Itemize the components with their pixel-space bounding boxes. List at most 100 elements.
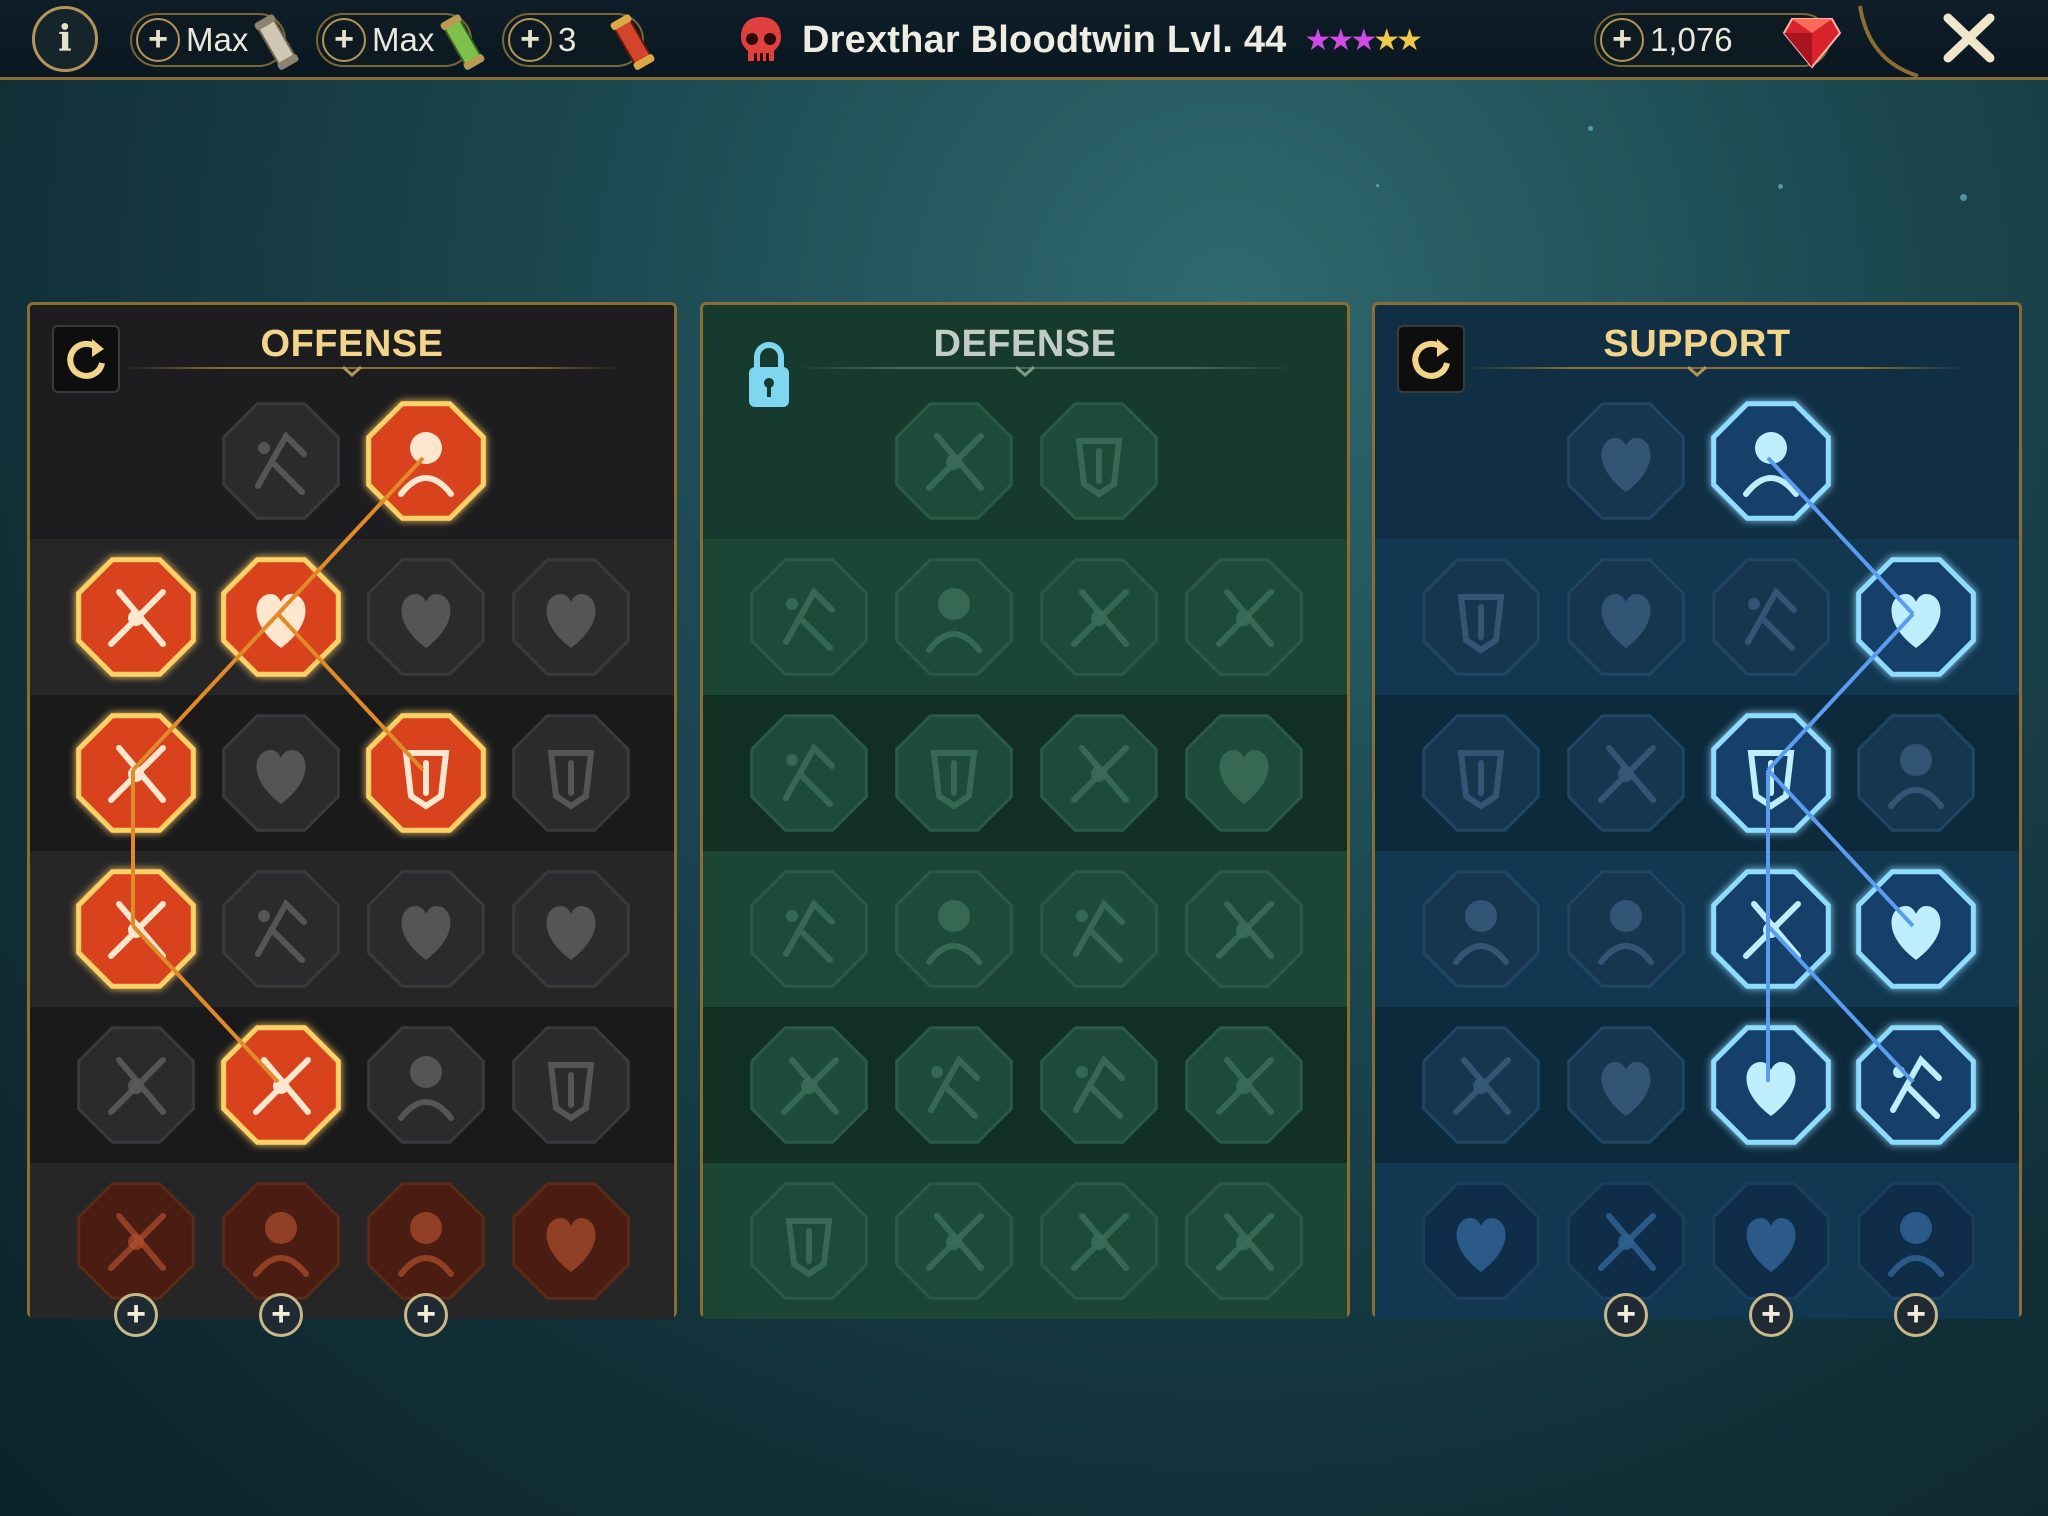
- mastery-fist-strike-icon[interactable]: [216, 864, 346, 994]
- mastery-heart-plus-icon[interactable]: [1561, 396, 1691, 526]
- corner-ornament: [1858, 5, 1919, 78]
- title-underline: [1467, 367, 1967, 369]
- mastery-sparkle-sword-icon[interactable]: [71, 1176, 201, 1306]
- add-green-scroll-button[interactable]: +: [322, 18, 366, 62]
- mastery-speed-burst-icon[interactable]: [1706, 396, 1836, 526]
- add-silver-scroll-button[interactable]: +: [136, 18, 180, 62]
- mastery-healing-figure-icon[interactable]: [1416, 708, 1546, 838]
- chevron-down-icon: [1687, 365, 1707, 377]
- mastery-shield-pierce-icon[interactable]: [361, 552, 491, 682]
- mastery-all-seeing-eye-icon[interactable]: [1706, 1020, 1836, 1150]
- mastery-trident-slash-icon[interactable]: [216, 552, 346, 682]
- green-scroll-counter[interactable]: + Max: [316, 13, 485, 70]
- ruby-gem-icon: [1782, 18, 1842, 69]
- mastery-angry-eyes-icon[interactable]: [1851, 864, 1981, 994]
- mastery-smoking-skull-icon[interactable]: [1706, 552, 1836, 682]
- add-capstone-button[interactable]: +: [1749, 1293, 1793, 1337]
- mastery-open-hand-icon: [1034, 864, 1164, 994]
- offense-panel: OFFENSE + + +: [27, 302, 677, 1337]
- support-panel: SUPPORT + + +: [1372, 302, 2022, 1337]
- green-scroll-amount: Max: [372, 21, 435, 58]
- mastery-arrow-barrage-icon[interactable]: [71, 708, 201, 838]
- defense-panel: DEFENSE: [700, 302, 1350, 1319]
- mastery-potion-flask-icon[interactable]: [1416, 1176, 1546, 1306]
- mastery-demon-heart-icon[interactable]: [71, 552, 201, 682]
- mastery-comet-icon[interactable]: [1561, 864, 1691, 994]
- add-capstone-button[interactable]: +: [1604, 1293, 1648, 1337]
- add-capstone-button[interactable]: +: [114, 1293, 158, 1337]
- mastery-compass-star-icon[interactable]: [1416, 1020, 1546, 1150]
- chevron-down-icon: [1015, 365, 1035, 377]
- mastery-chained-lightning-icon[interactable]: [506, 864, 636, 994]
- red-scroll-icon: [610, 14, 655, 70]
- mastery-helm-spikes-icon[interactable]: [71, 1020, 201, 1150]
- mastery-lightning-shield-icon[interactable]: [1561, 708, 1691, 838]
- mastery-bull-head-icon: [1179, 864, 1309, 994]
- mastery-spear-aura-icon[interactable]: [361, 1020, 491, 1150]
- green-scroll-icon: [440, 14, 485, 70]
- mastery-praying-hands-icon[interactable]: [1416, 552, 1546, 682]
- mastery-swirl-hand-icon: [1179, 1020, 1309, 1150]
- mastery-flaming-helm-icon[interactable]: [216, 1176, 346, 1306]
- mastery-muscle-man-icon: [1179, 1176, 1309, 1306]
- mastery-swift-boot-icon[interactable]: [1561, 1020, 1691, 1150]
- silver-scroll-counter[interactable]: + Max: [130, 13, 299, 70]
- mastery-crossed-swords-icon[interactable]: [216, 396, 346, 526]
- mastery-bleeding-heart-icon[interactable]: [71, 864, 201, 994]
- add-capstone-button[interactable]: +: [1894, 1293, 1938, 1337]
- mastery-skull-slash-icon[interactable]: [361, 708, 491, 838]
- red-scroll-counter[interactable]: + 3: [502, 13, 655, 70]
- mastery-stone-blocks-icon: [889, 396, 1019, 526]
- support-header: SUPPORT: [1375, 305, 2019, 393]
- mastery-mystic-dancer-icon[interactable]: [1851, 1020, 1981, 1150]
- add-red-scroll-button[interactable]: +: [508, 18, 552, 62]
- offense-header: OFFENSE: [30, 305, 674, 393]
- mastery-raised-fist-icon: [1034, 396, 1164, 526]
- red-skull-icon: [741, 17, 781, 61]
- mastery-shield-dome-icon[interactable]: [1561, 552, 1691, 682]
- mastery-raised-fist-flame-icon[interactable]: [1706, 1176, 1836, 1306]
- mastery-skull-hourglass-icon: [889, 864, 1019, 994]
- mastery-strongman-icon[interactable]: [506, 1020, 636, 1150]
- mastery-spiked-skull-icon[interactable]: [506, 1176, 636, 1306]
- mastery-fiery-warrior-icon: [744, 1176, 874, 1306]
- mastery-bearded-skull-icon: [1034, 1176, 1164, 1306]
- mastery-shadow-figure-icon[interactable]: [1851, 708, 1981, 838]
- mastery-open-book-icon[interactable]: [1706, 864, 1836, 994]
- mastery-chained-heart-icon[interactable]: [1416, 864, 1546, 994]
- red-scroll-amount: 3: [558, 21, 577, 58]
- mastery-horned-demon-icon[interactable]: [361, 1176, 491, 1306]
- mastery-hand-wind-icon[interactable]: [1851, 552, 1981, 682]
- mastery-lightning-crack-icon[interactable]: [1706, 708, 1836, 838]
- mastery-skull-heart-icon: [1034, 708, 1164, 838]
- mastery-winged-shield-icon: [889, 1176, 1019, 1306]
- mastery-hooded-figure-icon: [1179, 708, 1309, 838]
- mastery-knight-shield-icon: [889, 708, 1019, 838]
- chevron-down-icon: [342, 365, 362, 377]
- mastery-axe-icon[interactable]: [361, 864, 491, 994]
- offense-title: OFFENSE: [260, 323, 444, 365]
- add-gems-button[interactable]: +: [1600, 18, 1644, 62]
- top-bar: i + Max + Max + 3 Drexthar Bloodtwin Lvl…: [0, 0, 2048, 80]
- mastery-dagger-grip-icon[interactable]: [506, 708, 636, 838]
- mastery-horned-skull-icon[interactable]: [1561, 1176, 1691, 1306]
- mastery-armored-giant-icon: [1034, 552, 1164, 682]
- add-capstone-button[interactable]: +: [404, 1293, 448, 1337]
- gem-amount: 1,076: [1650, 21, 1733, 58]
- support-title: SUPPORT: [1603, 323, 1791, 365]
- mastery-blood-drops-icon: [889, 1020, 1019, 1150]
- mastery-crowned-skull-icon: [1034, 1020, 1164, 1150]
- mastery-spectre-icon: [744, 864, 874, 994]
- mastery-broken-heart-icon[interactable]: [506, 552, 636, 682]
- info-button[interactable]: i: [32, 6, 98, 72]
- mastery-triple-skull-icon[interactable]: [216, 1020, 346, 1150]
- defense-title: DEFENSE: [933, 323, 1117, 365]
- mastery-blade-strike-icon[interactable]: [361, 396, 491, 526]
- close-icon[interactable]: [1940, 8, 1998, 68]
- mastery-shield-crest-icon: [744, 552, 874, 682]
- silver-scroll-icon: [254, 14, 299, 70]
- mastery-fang-bite-icon[interactable]: [216, 708, 346, 838]
- add-capstone-button[interactable]: +: [259, 1293, 303, 1337]
- gem-counter[interactable]: + 1,076: [1594, 13, 1842, 69]
- mastery-eagle-head-icon[interactable]: [1851, 1176, 1981, 1306]
